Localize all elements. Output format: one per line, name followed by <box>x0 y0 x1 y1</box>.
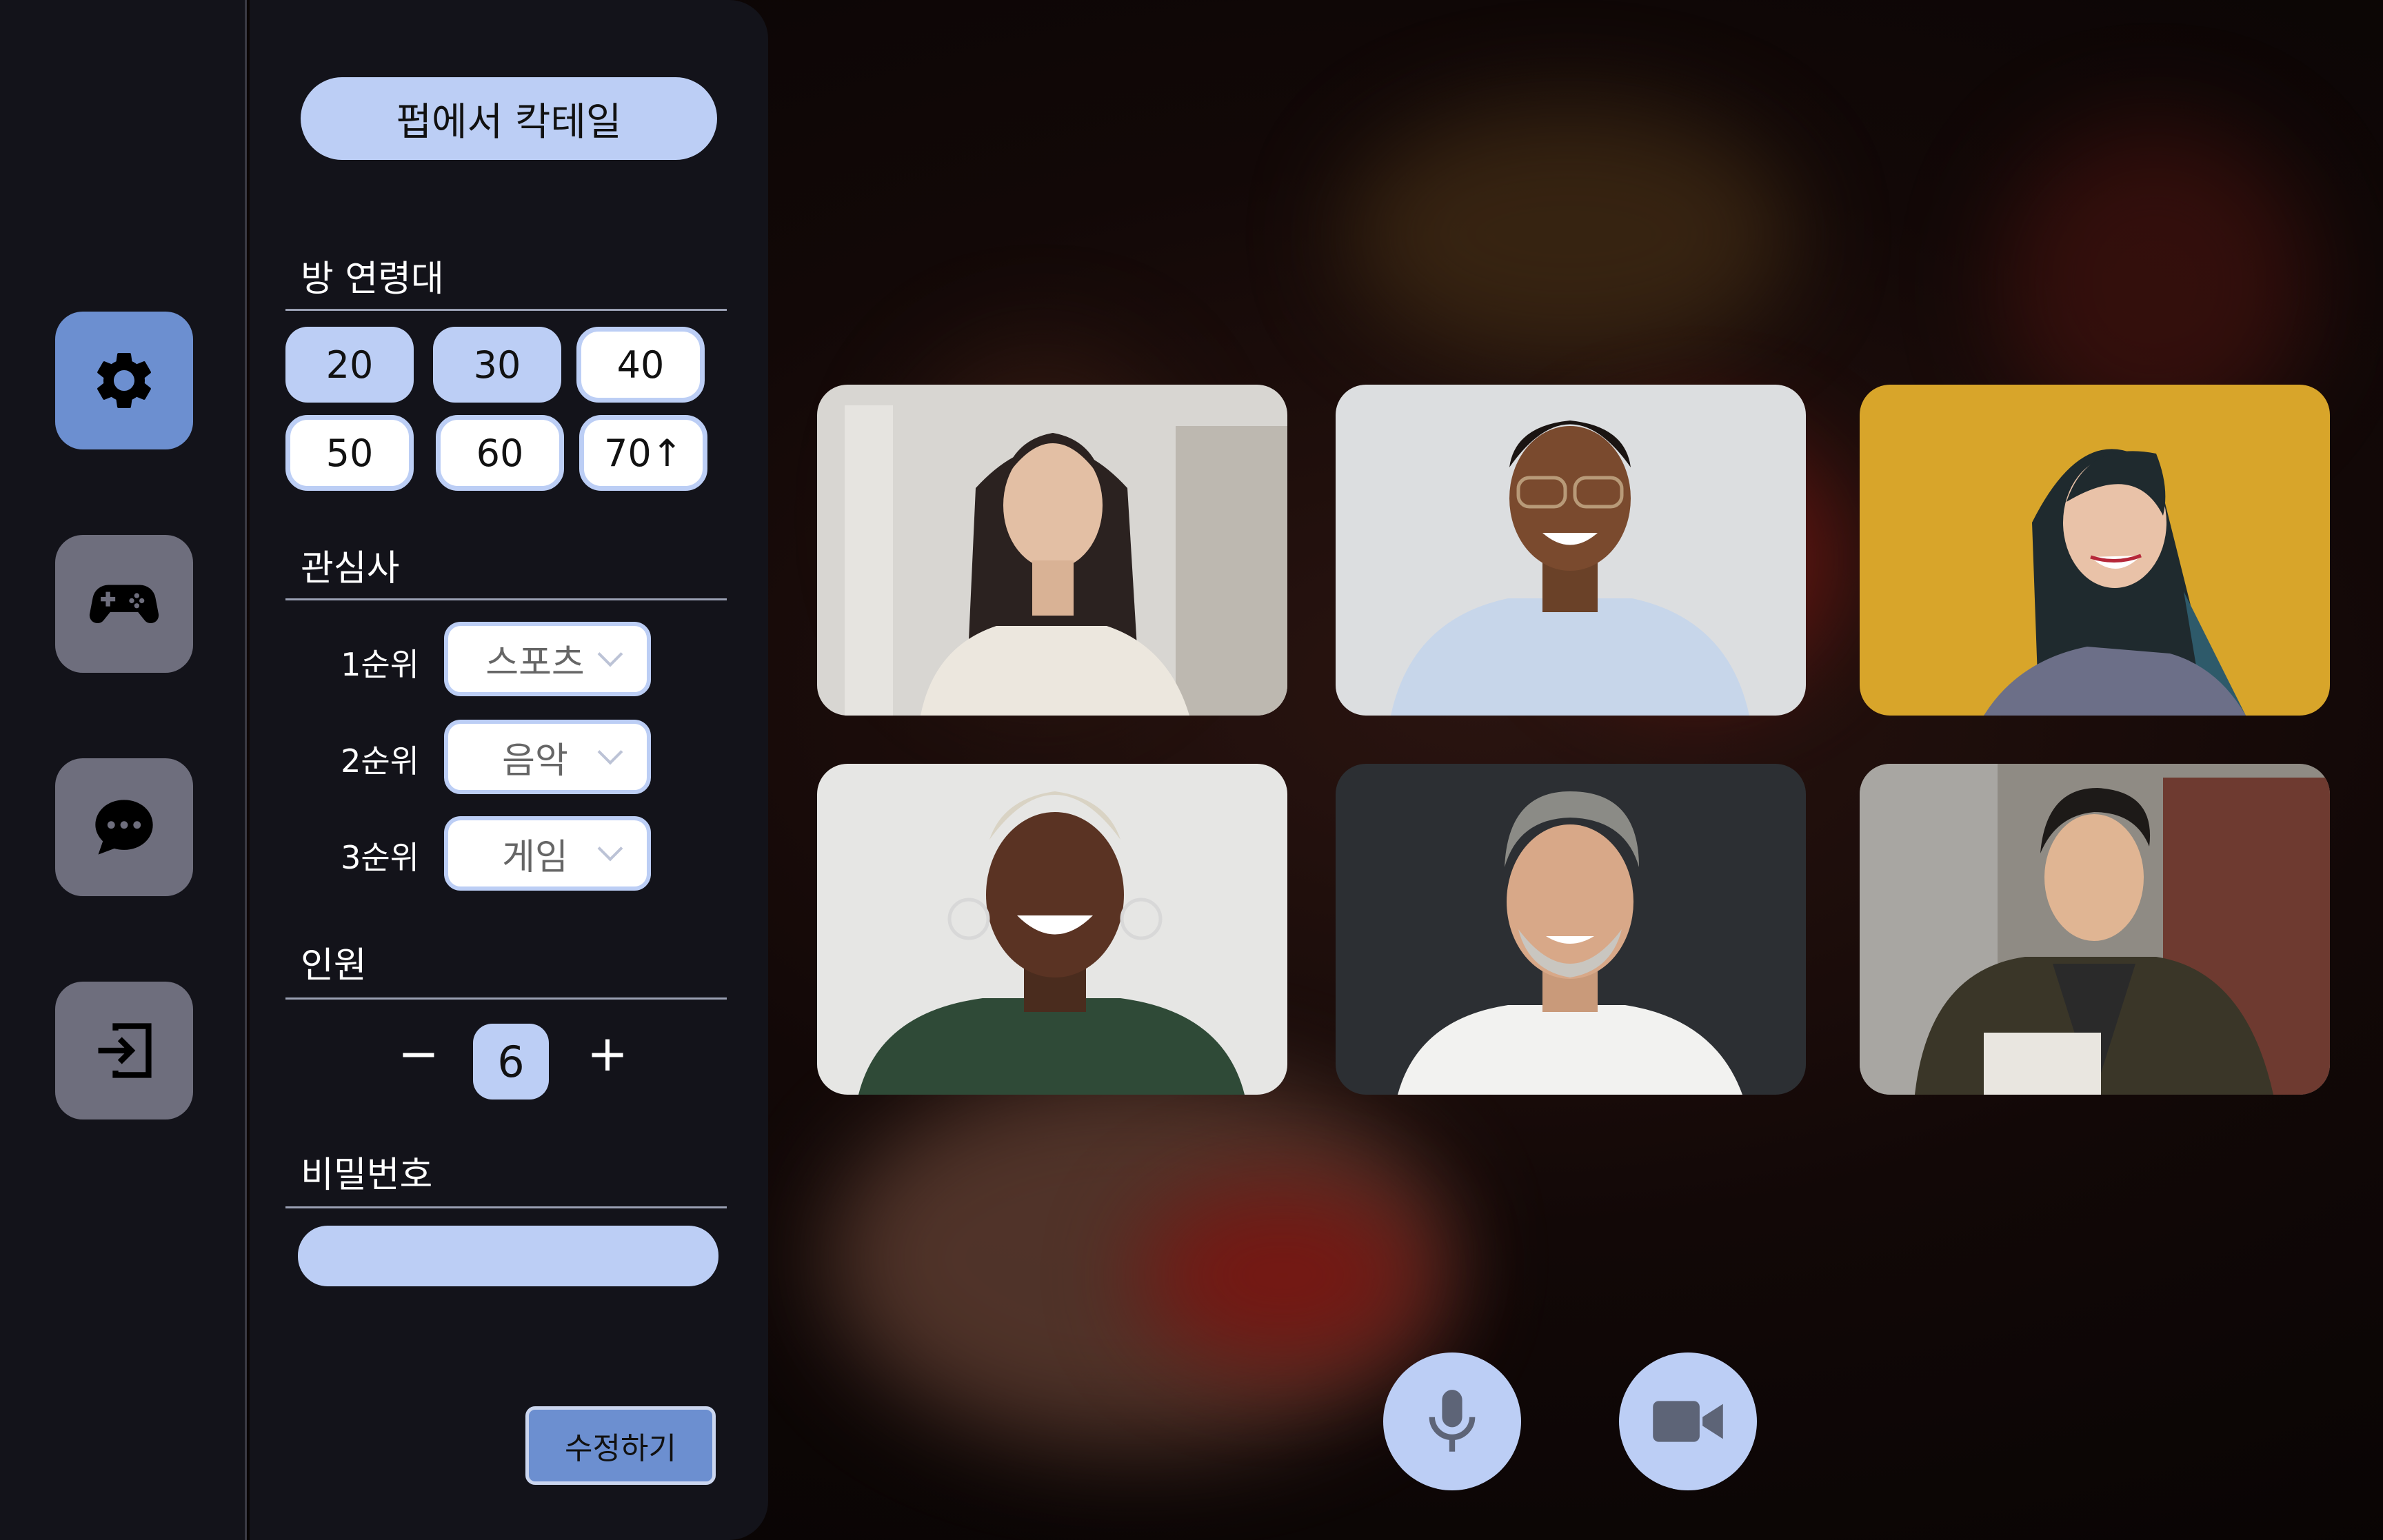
decrement-button[interactable]: − <box>391 1024 446 1082</box>
age-option-50[interactable]: 50 <box>285 415 414 491</box>
age-option-40[interactable]: 40 <box>576 327 705 403</box>
settings-button[interactable] <box>55 312 193 449</box>
divider <box>285 997 727 1000</box>
age-option-20[interactable]: 20 <box>285 327 414 403</box>
video-camera-icon <box>1653 1401 1723 1442</box>
rank-1-label: 1순위 <box>341 646 419 683</box>
divider <box>285 1206 727 1208</box>
age-option-70-plus[interactable]: 70↑ <box>579 415 707 491</box>
divider <box>285 598 727 600</box>
exit-icon <box>98 1023 152 1078</box>
age-section-title: 방 연령대 <box>301 259 444 300</box>
rank-1-select[interactable]: 스포츠 <box>444 622 651 696</box>
chat-button[interactable] <box>55 758 193 896</box>
participant-photo <box>1336 764 1806 1095</box>
video-tile-participant-5[interactable] <box>1336 764 1806 1095</box>
age-option-60[interactable]: 60 <box>436 415 564 491</box>
age-option-30[interactable]: 30 <box>433 327 561 403</box>
icon-rail <box>0 0 247 1540</box>
room-settings-panel: 펍에서 칵테일 방 연령대 20 30 40 50 60 70↑ 관심사 1순위… <box>250 0 768 1540</box>
microphone-button[interactable] <box>1383 1352 1521 1490</box>
members-section-title: 인원 <box>301 945 367 986</box>
rank-2-select[interactable]: 음악 <box>444 720 651 794</box>
chevron-down-icon <box>597 739 623 765</box>
exit-button[interactable] <box>55 982 193 1119</box>
room-title[interactable]: 펍에서 칵테일 <box>301 77 717 160</box>
edit-button[interactable]: 수정하기 <box>525 1406 716 1485</box>
password-section-title: 비밀번호 <box>301 1155 433 1196</box>
participant-photo <box>817 764 1287 1095</box>
member-count: 6 <box>473 1024 549 1100</box>
participant-photo <box>1860 764 2330 1095</box>
rank-2-value: 음악 <box>502 740 568 782</box>
gear-icon <box>97 353 151 408</box>
rank-2-label: 2순위 <box>341 742 419 780</box>
camera-button[interactable] <box>1619 1352 1757 1490</box>
video-tile-participant-3[interactable] <box>1860 385 2330 716</box>
participant-photo <box>1860 385 2330 716</box>
video-tile-participant-2[interactable] <box>1336 385 1806 716</box>
rank-3-select[interactable]: 게임 <box>444 816 651 891</box>
video-tile-participant-4[interactable] <box>817 764 1287 1095</box>
increment-button[interactable]: + <box>580 1024 635 1082</box>
interests-section-title: 관심사 <box>301 548 400 589</box>
participant-photo <box>817 385 1287 716</box>
game-button[interactable] <box>55 535 193 673</box>
video-tile-participant-6[interactable] <box>1860 764 2330 1095</box>
participant-photo <box>1336 385 1806 716</box>
chat-icon <box>95 800 153 855</box>
rank-3-value: 게임 <box>502 836 568 878</box>
chevron-down-icon <box>597 835 623 862</box>
chevron-down-icon <box>597 641 623 667</box>
password-input[interactable] <box>298 1226 718 1286</box>
gamepad-icon <box>89 585 159 624</box>
microphone-icon <box>1429 1390 1476 1452</box>
rank-1-value: 스포츠 <box>485 642 585 684</box>
divider <box>285 309 727 311</box>
video-tile-participant-1[interactable] <box>817 385 1287 716</box>
rank-3-label: 3순위 <box>341 839 419 876</box>
